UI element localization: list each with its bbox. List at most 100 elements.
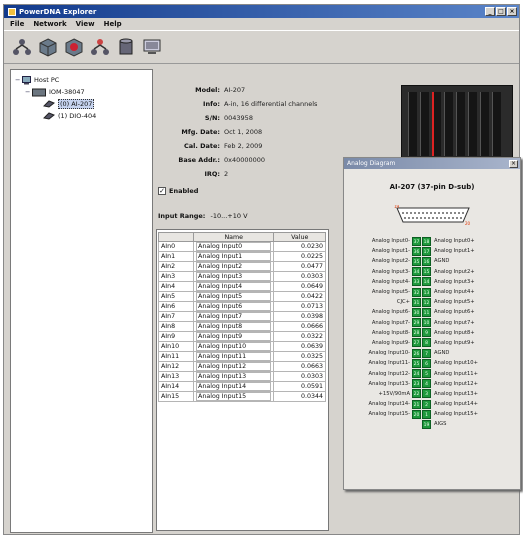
- menu-help[interactable]: Help: [104, 20, 122, 28]
- toolbar-cube-button[interactable]: [38, 35, 58, 59]
- table-row[interactable]: AIn4 Analog Input4 0.0649: [157, 281, 326, 292]
- channel-name-field[interactable]: Analog Input5: [196, 292, 272, 301]
- close-button[interactable]: ×: [507, 7, 517, 16]
- network-find-icon: [13, 39, 31, 55]
- channel-name[interactable]: Analog Input9: [193, 331, 275, 342]
- channel-name[interactable]: Analog Input0: [193, 241, 275, 252]
- prop-cal-date: Cal. Date: Feb 2, 2009: [183, 142, 263, 150]
- channel-name-field[interactable]: Analog Input0: [196, 242, 272, 251]
- pin-number: 10: [422, 318, 431, 328]
- channel-name[interactable]: Analog Input14: [193, 381, 275, 392]
- channel-id: AIn11: [157, 351, 195, 362]
- table-row[interactable]: AIn11 Analog Input11 0.0325: [157, 351, 326, 362]
- channel-name-field[interactable]: Analog Input10: [196, 342, 272, 351]
- menu-file[interactable]: File: [10, 20, 24, 28]
- channel-name-field[interactable]: Analog Input2: [196, 262, 272, 271]
- table-row[interactable]: AIn2 Analog Input2 0.0477: [157, 261, 326, 272]
- tree-item-dio404[interactable]: (1) DIO-404: [15, 110, 148, 122]
- channel-name[interactable]: Analog Input2: [193, 261, 275, 272]
- table-row[interactable]: AIn5 Analog Input5 0.0422: [157, 291, 326, 302]
- pin-label-left: Analog Input9-: [371, 339, 410, 346]
- pin-label-left: +15V/90mA: [378, 390, 410, 397]
- channel-name-field[interactable]: Analog Input15: [196, 392, 272, 401]
- table-row[interactable]: AIn6 Analog Input6 0.0713: [157, 301, 326, 312]
- channel-name[interactable]: Analog Input8: [193, 321, 275, 332]
- app-icon: [8, 7, 16, 16]
- channel-name[interactable]: Analog Input1: [193, 251, 275, 262]
- menu-view[interactable]: View: [76, 20, 95, 28]
- pin-number: 35: [412, 256, 421, 266]
- channel-name-field[interactable]: Analog Input4: [196, 282, 272, 291]
- menu-network[interactable]: Network: [33, 20, 66, 28]
- tree-item-ioc[interactable]: − IOM-38047: [15, 86, 148, 98]
- toolbar-screen-button[interactable]: [142, 35, 162, 59]
- pin-number: 5: [422, 369, 431, 379]
- toolbar-cube-red-button[interactable]: [64, 35, 84, 59]
- tree-item-ai207[interactable]: (0) AI-207: [15, 98, 148, 110]
- enabled-checkbox[interactable]: ✓ Enabled: [158, 187, 198, 195]
- col-header-channel[interactable]: [157, 232, 195, 242]
- minimize-button[interactable]: _: [485, 7, 495, 16]
- channel-name[interactable]: Analog Input12: [193, 361, 275, 372]
- channel-name[interactable]: Analog Input3: [193, 271, 275, 282]
- screen-icon: [143, 39, 161, 54]
- pin-label-left: Analog Input6-: [371, 309, 410, 316]
- table-row[interactable]: AIn3 Analog Input3 0.0303: [157, 271, 326, 282]
- hw-slot: [456, 92, 465, 156]
- table-row[interactable]: AIn10 Analog Input10 0.0639: [157, 341, 326, 352]
- table-row[interactable]: AIn7 Analog Input7 0.0398: [157, 311, 326, 322]
- channel-name[interactable]: Analog Input7: [193, 311, 275, 322]
- toolbar-cylinder-button[interactable]: [116, 35, 136, 59]
- table-row[interactable]: AIn12 Analog Input12 0.0663: [157, 361, 326, 372]
- pin-label-right: Analog Input6+: [434, 309, 475, 316]
- channel-name[interactable]: Analog Input11: [193, 351, 275, 362]
- collapse-icon[interactable]: −: [15, 76, 22, 84]
- toolbar-network-add-button[interactable]: [90, 35, 110, 59]
- pin-number: 2: [422, 399, 431, 409]
- channel-name-field[interactable]: Analog Input13: [196, 372, 272, 381]
- channel-name-field[interactable]: Analog Input12: [196, 362, 272, 371]
- popup-title: Analog Diagram: [347, 160, 396, 167]
- channel-name[interactable]: Analog Input5: [193, 291, 275, 302]
- app-window: PowerDNA Explorer _ □ × File Network Vie…: [3, 4, 521, 535]
- table-row[interactable]: AIn13 Analog Input13 0.0303: [157, 371, 326, 382]
- table-row[interactable]: AIn0 Analog Input0 0.0230: [157, 241, 326, 252]
- channel-name[interactable]: Analog Input13: [193, 371, 275, 382]
- channel-name[interactable]: Analog Input10: [193, 341, 275, 352]
- channel-name[interactable]: Analog Input6: [193, 301, 275, 312]
- table-row[interactable]: AIn15 Analog Input15 0.0344: [157, 391, 326, 402]
- channel-name-field[interactable]: Analog Input11: [196, 352, 272, 361]
- collapse-icon[interactable]: −: [25, 88, 32, 96]
- channel-value: 0.0477: [273, 261, 326, 272]
- channel-value: 0.0398: [273, 311, 326, 322]
- tree-item-host-pc[interactable]: − Host PC: [15, 74, 148, 86]
- table-row[interactable]: AIn14 Analog Input14 0.0591: [157, 381, 326, 392]
- channel-name-field[interactable]: Analog Input7: [196, 312, 272, 321]
- toolbar: [4, 30, 519, 64]
- toolbar-find-button[interactable]: [12, 35, 32, 59]
- maximize-button[interactable]: □: [496, 7, 506, 16]
- cube-icon: [39, 38, 57, 57]
- checkmark-icon: ✓: [158, 187, 166, 195]
- channel-id: AIn4: [157, 281, 195, 292]
- table-row[interactable]: AIn8 Analog Input8 0.0666: [157, 321, 326, 332]
- channel-name[interactable]: Analog Input15: [193, 391, 275, 402]
- channel-name-field[interactable]: Analog Input3: [196, 272, 272, 281]
- pin-label-left: Analog Input7-: [371, 319, 410, 326]
- hw-slot-selected: [432, 92, 441, 156]
- channel-name-field[interactable]: Analog Input14: [196, 382, 272, 391]
- popup-close-button[interactable]: ×: [509, 159, 518, 168]
- channel-name-field[interactable]: Analog Input1: [196, 252, 272, 261]
- table-row[interactable]: AIn1 Analog Input1 0.0225: [157, 251, 326, 262]
- pin-label-left: Analog Input10-: [368, 350, 410, 357]
- channel-name-field[interactable]: Analog Input6: [196, 302, 272, 311]
- table-row[interactable]: AIn9 Analog Input9 0.0322: [157, 331, 326, 342]
- col-header-name[interactable]: Name: [193, 232, 275, 242]
- col-header-value[interactable]: Value: [273, 232, 326, 242]
- channel-name-field[interactable]: Analog Input8: [196, 322, 272, 331]
- channel-value: 0.0325: [273, 351, 326, 362]
- pin-number: 17: [422, 246, 431, 256]
- channel-name-field[interactable]: Analog Input9: [196, 332, 272, 341]
- channel-name[interactable]: Analog Input4: [193, 281, 275, 292]
- input-range-value[interactable]: -10...+10 V: [210, 212, 247, 220]
